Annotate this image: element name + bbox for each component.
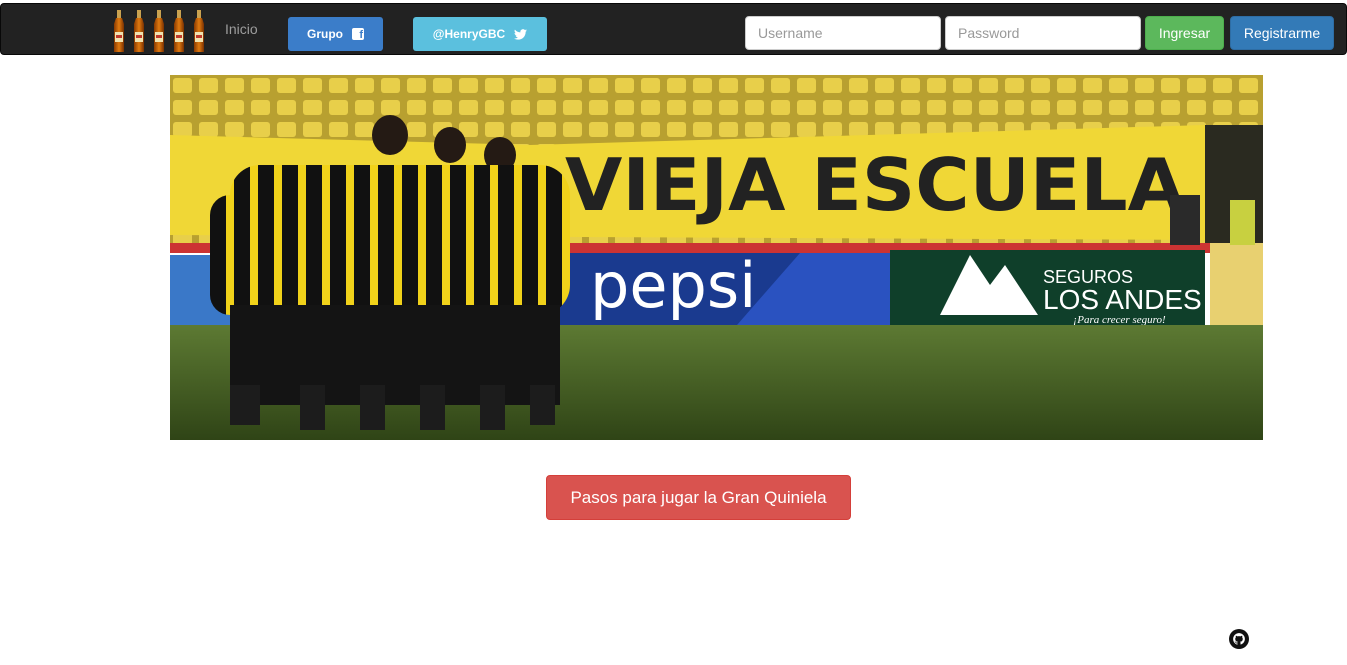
hero-image: VIEJA ESCUELA pepsi SEGUROS LOS ANDES ¡P… bbox=[170, 75, 1263, 440]
sponsor-pepsi: pepsi bbox=[590, 249, 756, 322]
brand-logo[interactable] bbox=[113, 8, 209, 54]
group-label: Grupo bbox=[307, 27, 343, 41]
sponsor-losandes: LOS ANDES bbox=[1043, 284, 1202, 315]
banner-text: VIEJA ESCUELA bbox=[565, 143, 1185, 227]
beer-bottles-logo-icon bbox=[114, 10, 204, 52]
facebook-icon: f bbox=[352, 28, 364, 41]
github-link[interactable] bbox=[1229, 629, 1249, 649]
twitter-bird-icon bbox=[514, 28, 528, 40]
password-input[interactable] bbox=[945, 16, 1141, 50]
login-button[interactable]: Ingresar bbox=[1145, 16, 1224, 50]
twitter-label: @HenryGBC bbox=[432, 27, 506, 41]
twitter-button[interactable]: @HenryGBC bbox=[413, 17, 547, 51]
stadium-team-huddle-photo: VIEJA ESCUELA pepsi SEGUROS LOS ANDES ¡P… bbox=[170, 75, 1263, 440]
username-input[interactable] bbox=[745, 16, 941, 50]
github-icon bbox=[1229, 629, 1249, 649]
sponsor-tagline: ¡Para crecer seguro! bbox=[1073, 314, 1166, 326]
facebook-group-button[interactable]: Grupo f bbox=[288, 17, 383, 51]
top-navbar: Inicio Grupo f @HenryGBC Ingresar Regist… bbox=[0, 3, 1347, 55]
register-button[interactable]: Registrarme bbox=[1230, 16, 1334, 50]
steps-to-play-button[interactable]: Pasos para jugar la Gran Quiniela bbox=[546, 475, 851, 520]
nav-home-link[interactable]: Inicio bbox=[225, 21, 258, 37]
